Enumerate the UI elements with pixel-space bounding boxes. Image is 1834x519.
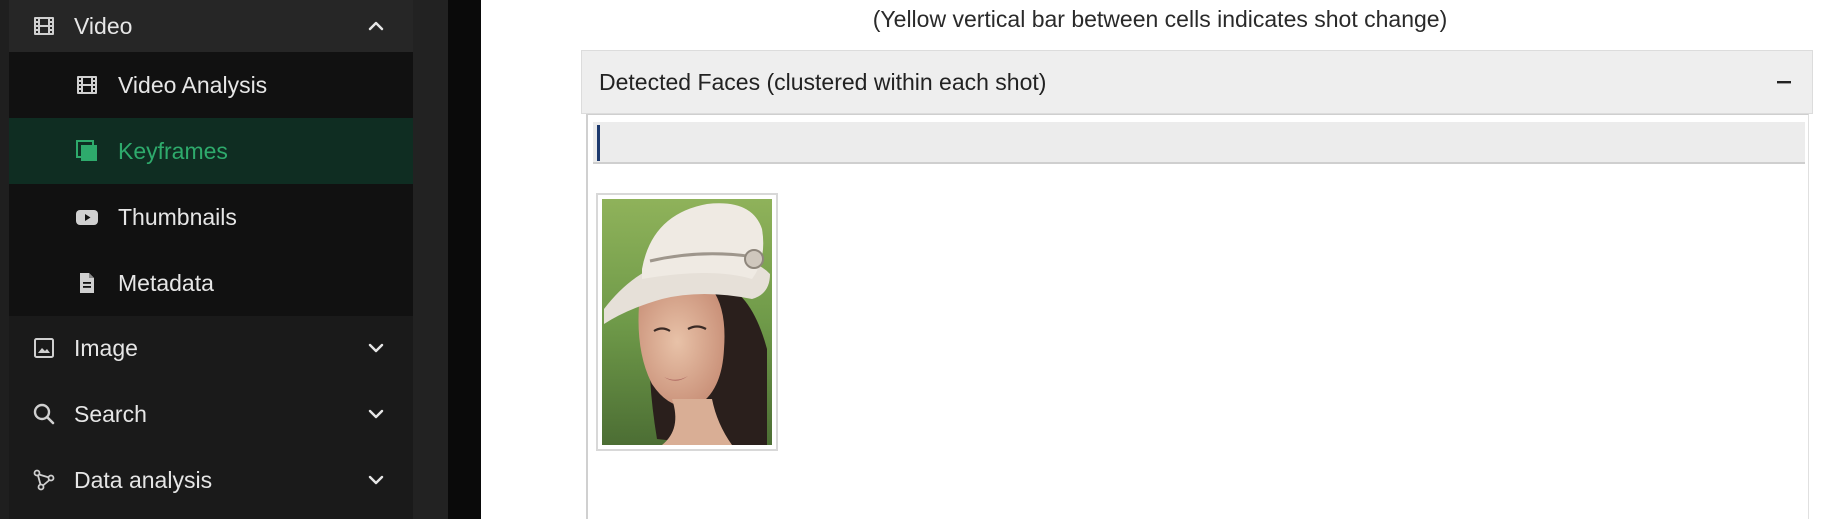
- document-icon: [73, 269, 101, 297]
- panel-body: [586, 114, 1809, 519]
- face-filter-input[interactable]: [593, 122, 1805, 164]
- film-icon: [73, 71, 101, 99]
- nav-group-label: Search: [74, 400, 147, 427]
- sidebar-scrollbar[interactable]: [413, 0, 448, 519]
- face-image: [602, 199, 772, 445]
- chevron-down-icon[interactable]: [364, 336, 388, 360]
- nav-group-search[interactable]: Search: [9, 388, 413, 440]
- collapse-icon[interactable]: [1770, 68, 1798, 96]
- nav-group-label: Image: [74, 334, 138, 361]
- sidebar-item-metadata[interactable]: Metadata: [9, 250, 413, 316]
- nav-group-video[interactable]: Video: [9, 0, 413, 52]
- chevron-down-icon[interactable]: [364, 468, 388, 492]
- sidebar-item-label: Keyframes: [118, 137, 228, 164]
- nav-group-image[interactable]: Image: [9, 322, 413, 374]
- sidebar-item-video-analysis[interactable]: Video Analysis: [9, 52, 413, 118]
- sidebar: Video Video Analysis Keyframes Thumbnail…: [0, 0, 413, 519]
- graph-icon: [30, 466, 58, 494]
- film-icon: [30, 12, 58, 40]
- sidebar-item-label: Metadata: [118, 269, 214, 296]
- chevron-up-icon[interactable]: [364, 14, 388, 38]
- sidebar-nav: Video Video Analysis Keyframes Thumbnail…: [9, 0, 413, 519]
- nav-group-label: Video: [74, 12, 133, 39]
- app-window: Video Video Analysis Keyframes Thumbnail…: [0, 0, 1834, 519]
- sidebar-item-thumbnails[interactable]: Thumbnails: [9, 184, 413, 250]
- chevron-down-icon[interactable]: [364, 402, 388, 426]
- sidebar-item-keyframes[interactable]: Keyframes: [9, 118, 413, 184]
- image-icon: [30, 334, 58, 362]
- youtube-icon: [73, 203, 101, 231]
- nav-group-label: Data analysis: [74, 466, 213, 493]
- divider: [448, 0, 481, 519]
- sidebar-item-label: Video Analysis: [118, 71, 268, 98]
- main-content: (Yellow vertical bar between cells indic…: [481, 0, 1834, 519]
- nav-group-data-analysis[interactable]: Data analysis: [9, 454, 413, 506]
- search-icon: [30, 400, 58, 428]
- panel-title: Detected Faces (clustered within each sh…: [599, 68, 1047, 95]
- sidebar-item-label: Thumbnails: [118, 203, 237, 230]
- text-caret: [597, 125, 600, 161]
- face-thumbnail[interactable]: [596, 193, 778, 451]
- panel-header[interactable]: Detected Faces (clustered within each sh…: [581, 50, 1813, 114]
- shot-change-hint: (Yellow vertical bar between cells indic…: [872, 6, 1448, 32]
- detected-faces-panel: Detected Faces (clustered within each sh…: [581, 50, 1813, 519]
- layers-icon: [73, 137, 101, 165]
